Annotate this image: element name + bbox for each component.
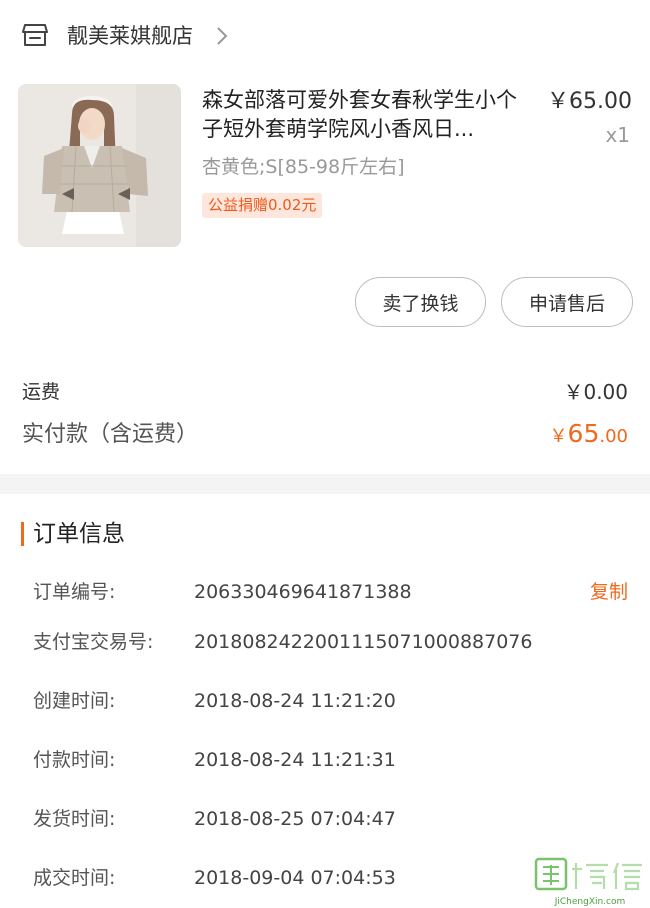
payment-time-value: 2018-08-24 11:21:31	[194, 749, 396, 771]
sell-button[interactable]: 卖了换钱	[355, 277, 486, 327]
info-label: 订单编号:	[33, 581, 116, 603]
shipping-value: ￥0.00	[563, 380, 628, 404]
created-time-value: 2018-08-24 11:21:20	[194, 690, 396, 712]
order-number-value: 206330469641871388	[194, 581, 412, 603]
product-price: ￥65.00	[547, 89, 632, 114]
info-label: 支付宝交易号:	[33, 631, 154, 653]
product-title[interactable]: 森女部落可爱外套女春秋学生小个子短外套萌学院风小香风日...	[202, 86, 534, 144]
store-icon	[22, 23, 48, 47]
product-sku: 杏黄色;S[85-98斤左右]	[202, 156, 405, 178]
info-label: 创建时间:	[33, 690, 116, 712]
alipay-trade-value: 2018082422001115071000887076	[194, 631, 533, 653]
watermark-logo: JiChengXin.com	[534, 857, 646, 907]
paid-label: 实付款（含运费）	[22, 422, 199, 447]
product-quantity: x1	[605, 123, 630, 147]
shipping-label: 运费	[22, 381, 61, 403]
order-number-row: 订单编号: 206330469641871388 复制	[0, 577, 650, 607]
order-info-title: 订单信息	[33, 521, 125, 547]
store-header[interactable]: 靓美莱娸舰店	[0, 0, 650, 72]
charity-badge: 公益捐赠0.02元	[202, 193, 323, 218]
paid-currency: ￥	[549, 426, 568, 447]
chevron-right-icon	[215, 25, 229, 47]
copy-button[interactable]: 复制	[590, 577, 628, 607]
created-time-row: 创建时间: 2018-08-24 11:21:20	[0, 686, 650, 716]
watermark-text: JiChengXin.com	[554, 897, 626, 907]
store-name: 靓美莱娸舰店	[67, 24, 193, 48]
shipped-time-row: 发货时间: 2018-08-25 07:04:47	[0, 804, 650, 834]
info-label: 付款时间:	[33, 749, 116, 771]
shipped-time-value: 2018-08-25 07:04:47	[194, 808, 396, 830]
aftersale-button[interactable]: 申请售后	[501, 277, 633, 327]
section-divider	[0, 474, 650, 494]
section-accent-bar	[21, 522, 24, 546]
paid-integer: 65	[567, 419, 600, 448]
product-image[interactable]	[18, 84, 181, 247]
paid-decimal: .00	[599, 426, 628, 447]
paid-value: ￥65.00	[550, 418, 628, 453]
payment-time-row: 付款时间: 2018-08-24 11:21:31	[0, 745, 650, 775]
info-label: 成交时间:	[33, 867, 116, 889]
alipay-trade-row: 支付宝交易号: 2018082422001115071000887076	[0, 627, 650, 657]
info-label: 发货时间:	[33, 808, 116, 830]
completed-time-value: 2018-09-04 07:04:53	[194, 867, 396, 889]
